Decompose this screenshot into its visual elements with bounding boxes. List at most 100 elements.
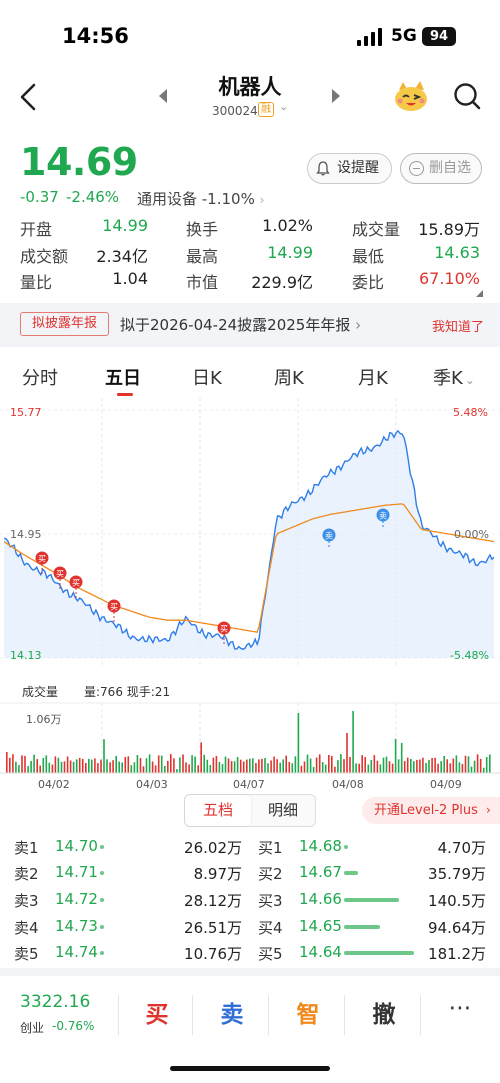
bid-level-label: 买5 <box>258 945 283 963</box>
volume-bar <box>264 758 266 773</box>
volume-bar <box>321 762 324 773</box>
buy-button[interactable]: 买 <box>137 995 177 1029</box>
tab-intraday[interactable]: 分时 <box>22 364 58 390</box>
volume-bar <box>373 755 376 773</box>
bid-level-label: 买1 <box>258 839 283 857</box>
volume-bar <box>261 758 263 773</box>
volume-bar <box>154 765 157 773</box>
volume-bar <box>425 763 427 773</box>
mascot-icon[interactable] <box>393 80 429 112</box>
stat-label: 委比 <box>352 273 385 292</box>
stat-label: 成交量 <box>352 220 401 239</box>
volume-bar <box>452 758 455 773</box>
chevron-down-icon[interactable]: ⌄ <box>279 100 288 113</box>
chevron-right-icon: › <box>259 193 265 207</box>
buy-marker[interactable]: 买 <box>217 621 231 635</box>
volume-bar <box>54 756 57 773</box>
ask-level-price[interactable]: 14.72 <box>55 890 98 908</box>
bid-level-volume: 94.64万 <box>428 919 486 937</box>
ask-level-volume: 28.12万 <box>184 892 242 910</box>
stat-value: 1.04 <box>112 269 148 288</box>
tab-quarterly-k[interactable]: 季K ⌄ <box>433 364 475 390</box>
expand-corner-icon[interactable] <box>476 290 483 297</box>
volume-bar <box>246 759 248 773</box>
volume-bar <box>449 763 452 773</box>
sell-marker-label: 卖 <box>379 512 387 521</box>
volume-bar <box>112 760 114 773</box>
active-tab-indicator <box>117 393 133 396</box>
volume-bar <box>379 764 382 773</box>
sell-marker[interactable]: 卖 <box>322 528 336 542</box>
volume-bar <box>334 766 336 773</box>
tab-weekly-k[interactable]: 周K <box>274 364 304 390</box>
stat-label: 成交额 <box>20 247 69 266</box>
tab-five-day[interactable]: 五日 <box>105 364 141 390</box>
volume-bar <box>200 742 202 773</box>
volume-bar <box>416 759 418 773</box>
tab-five-levels[interactable]: 五档 <box>185 795 251 826</box>
buy-marker[interactable]: 买 <box>107 599 121 613</box>
ask-level-price[interactable]: 14.73 <box>55 917 98 935</box>
bid-level-price[interactable]: 14.64 <box>299 943 342 961</box>
volume-info: 量:766 现手:21 <box>84 685 171 699</box>
buy-marker[interactable]: 买 <box>35 551 49 565</box>
sell-button[interactable]: 卖 <box>212 995 252 1029</box>
cancel-order-button[interactable]: 撤 <box>364 995 404 1029</box>
smart-button[interactable]: 智 <box>288 995 328 1029</box>
volume-bar <box>212 757 215 773</box>
index-value[interactable]: 3322.16 <box>20 992 90 1012</box>
volume-bar <box>294 756 297 773</box>
volume-bar <box>72 761 75 773</box>
buy-marker[interactable]: 买 <box>53 566 67 580</box>
level2-upgrade-button[interactable]: 开通Level-2 Plus › <box>362 797 500 824</box>
bid-level-price[interactable]: 14.66 <box>299 890 342 908</box>
stat-value: 14.99 <box>102 216 148 235</box>
stat-label: 最低 <box>352 247 385 266</box>
volume-bar <box>249 758 251 773</box>
volume-bar <box>18 765 20 773</box>
volume-bar <box>482 767 485 773</box>
volume-bar <box>230 761 233 773</box>
ask-level-price[interactable]: 14.70 <box>55 837 98 855</box>
five-day-chart[interactable]: 买买买买买卖卖 <box>0 398 500 798</box>
next-stock-icon[interactable] <box>332 89 340 103</box>
buy-marker[interactable]: 买 <box>69 575 83 589</box>
bid-volume-bar <box>344 951 414 955</box>
volume-bar <box>75 759 78 773</box>
tab-details[interactable]: 明细 <box>251 795 315 826</box>
stat-label: 最高 <box>186 247 219 266</box>
volume-bar <box>45 755 48 773</box>
date-label: 04/08 <box>332 778 364 791</box>
volume-bar <box>309 758 312 773</box>
sell-marker[interactable]: 卖 <box>376 508 390 522</box>
bid-level-price[interactable]: 14.65 <box>299 917 342 935</box>
notice-message: 拟于2026-04-24披露2025年年报 <box>120 316 351 334</box>
index-pct: -0.76% <box>52 1019 95 1033</box>
buy-marker-label: 买 <box>72 579 80 588</box>
stat-label: 换手 <box>186 220 219 239</box>
stat-label: 开盘 <box>20 220 53 239</box>
tab-daily-k[interactable]: 日K <box>192 364 222 390</box>
network-label: 5G <box>391 26 417 46</box>
notice-dismiss-button[interactable]: 我知道了 <box>432 316 484 335</box>
chevron-right-icon: › <box>486 803 491 817</box>
bid-level-price[interactable]: 14.68 <box>299 837 342 855</box>
notice-text[interactable]: 拟于2026-04-24披露2025年年报 › <box>120 314 361 335</box>
tab-monthly-k[interactable]: 月K <box>358 364 388 390</box>
divider <box>118 995 119 1035</box>
ask-level-price[interactable]: 14.71 <box>55 863 98 881</box>
volume-bar <box>24 755 26 773</box>
bid-level-price[interactable]: 14.67 <box>299 863 342 881</box>
volume-bar <box>291 763 294 773</box>
volume-bar <box>391 763 394 773</box>
ask-level-price[interactable]: 14.74 <box>55 943 98 961</box>
volume-bar <box>364 757 366 773</box>
more-icon[interactable]: ⋯ <box>440 995 480 1021</box>
date-label: 04/07 <box>233 778 265 791</box>
industry-link[interactable]: 通用设备 -1.10% › <box>137 188 264 209</box>
date-label: 04/09 <box>430 778 462 791</box>
search-icon[interactable] <box>453 82 481 110</box>
bid-level-volume: 181.2万 <box>428 945 486 963</box>
volume-bar <box>12 754 14 773</box>
volume-bar <box>388 761 391 773</box>
